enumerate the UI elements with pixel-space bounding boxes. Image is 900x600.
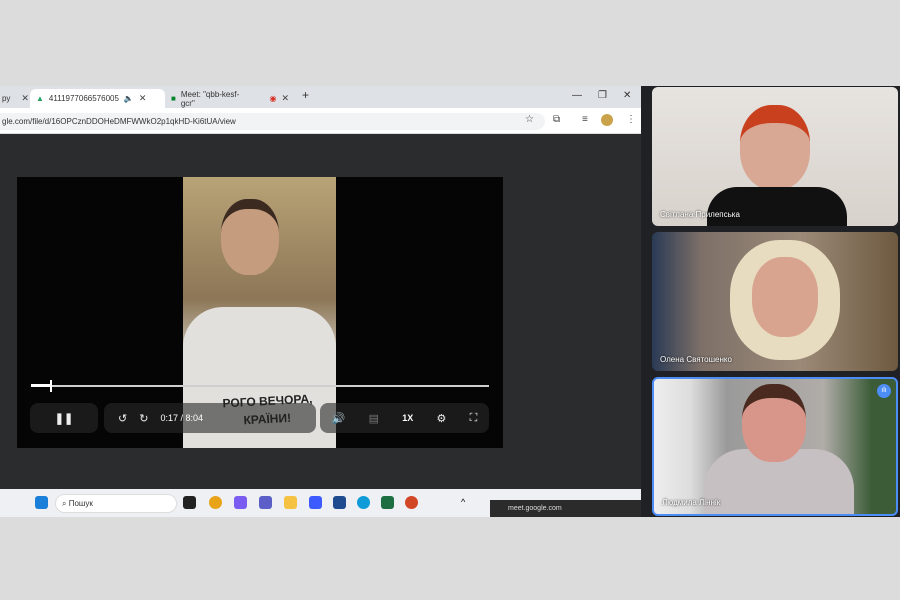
participant-body	[707, 187, 847, 226]
rewind-10-icon[interactable]: ↺	[118, 412, 127, 425]
participant-tile-active[interactable]: ılı Людмила Ліннік	[652, 377, 898, 516]
duration: / 8:04	[180, 413, 204, 423]
tray-chevron-icon[interactable]: ^	[461, 497, 465, 507]
menu-icon[interactable]: ⋮	[626, 114, 636, 125]
participant-face	[752, 257, 818, 337]
play-pause-button[interactable]: ❚❚	[30, 403, 98, 433]
captions-icon[interactable]: ▤	[369, 412, 379, 425]
tab-bar: ру ✕ ▲ 411197706657600588​9.mp4 🔈 ✕ ■ Meet: "…	[0, 86, 641, 108]
tab-meet[interactable]: ■ Meet: "qbb-kesf-gcr" ◉ ✕	[165, 89, 295, 108]
player-settings: 🔊 ▤ 1X ⚙ ⛶	[320, 403, 489, 433]
volume-icon[interactable]: 🔊	[332, 412, 346, 425]
close-icon[interactable]: ✕	[281, 93, 289, 104]
close-window-button[interactable]: ✕	[623, 90, 631, 101]
time-display: 0:17 / 8:04	[160, 413, 203, 423]
windows-start-icon[interactable]	[35, 496, 48, 509]
speed-button[interactable]: 1X	[402, 413, 413, 423]
new-tab-button[interactable]: +	[302, 88, 309, 102]
media-icon[interactable]: ≡	[582, 114, 588, 125]
profile-avatar[interactable]	[601, 114, 613, 126]
url-field[interactable]: gle.com/file/d/16OPCznDDOHeDMFWWkO2p1qkH…	[0, 113, 545, 130]
speaking-indicator-icon: ılı	[877, 384, 891, 398]
playback-controls: ↺ ↻ 0:17 / 8:04	[104, 403, 316, 433]
edge-icon[interactable]	[357, 496, 370, 509]
participant-video	[740, 105, 810, 190]
pause-icon: ❚❚	[54, 412, 74, 425]
participant-name: Олена Святошенко	[660, 355, 732, 364]
drive-viewer: РОГО ВЕЧОРА, КРАЇНИ! ❚❚ ↺ ↻ 0:17 / 8:04 🔊…	[0, 134, 641, 489]
minimize-button[interactable]: —	[572, 90, 582, 101]
browser-window: ру ✕ ▲ 411197706657600588​9.mp4 🔈 ✕ ■ Meet: "…	[0, 86, 641, 517]
forward-10-icon[interactable]: ↻	[139, 412, 148, 425]
speaker-icon: 🔈	[123, 94, 134, 103]
face	[221, 199, 279, 275]
extensions-icon[interactable]: ⧉	[553, 114, 560, 125]
fullscreen-icon[interactable]: ⛶	[470, 412, 478, 425]
app-icon[interactable]	[309, 496, 322, 509]
task-view-icon[interactable]	[183, 496, 196, 509]
tab-label: Meet: "qbb-kesf-gcr"	[180, 89, 240, 108]
progress-bar[interactable]	[31, 385, 489, 387]
meet-icon: ■	[171, 94, 176, 103]
file-explorer-icon[interactable]	[284, 496, 297, 509]
close-icon[interactable]: ✕	[139, 93, 147, 104]
tab-label: ру	[2, 94, 11, 103]
address-bar: gle.com/file/d/16OPCznDDOHeDMFWWkO2p1qkH…	[0, 108, 641, 134]
settings-icon[interactable]: ⚙	[437, 412, 447, 425]
sharing-tooltip: meet.google.com	[490, 500, 641, 517]
excel-icon[interactable]	[381, 496, 394, 509]
star-icon[interactable]: ☆	[525, 114, 534, 125]
participant-video	[742, 384, 806, 462]
screen-share: ру ✕ ▲ 411197706657600588​9.mp4 🔈 ✕ ■ Meet: "…	[0, 86, 900, 517]
tab-label: 411197706657600588​9.mp4	[48, 94, 119, 103]
participant-name: Людмила Ліннік	[662, 498, 721, 507]
recording-icon: ◉	[269, 94, 277, 103]
store-icon[interactable]	[333, 496, 346, 509]
search-placeholder: Пошук	[68, 499, 93, 508]
progress-played	[31, 384, 50, 387]
drive-icon: ▲	[36, 94, 44, 103]
scrubber-handle[interactable]	[50, 380, 52, 392]
powerpoint-icon[interactable]	[405, 496, 418, 509]
current-time: 0:17	[160, 413, 178, 423]
video-player[interactable]: РОГО ВЕЧОРА, КРАЇНИ! ❚❚ ↺ ↻ 0:17 / 8:04 🔊…	[17, 177, 503, 448]
teams-icon[interactable]	[259, 496, 272, 509]
taskbar-search[interactable]: ⌕ Пошук	[55, 494, 177, 513]
participant-name: Світлана Прилепська	[660, 210, 740, 219]
copilot-icon[interactable]	[234, 496, 247, 509]
close-icon[interactable]: ✕	[21, 93, 29, 104]
chrome-icon[interactable]	[209, 496, 222, 509]
participant-tile[interactable]: Світлана Прилепська	[652, 87, 898, 226]
restore-button[interactable]: ❐	[598, 90, 607, 101]
tab-drive-video[interactable]: ▲ 411197706657600588​9.mp4 🔈 ✕	[30, 89, 165, 108]
participant-tile[interactable]: Олена Святошенко	[652, 232, 898, 371]
